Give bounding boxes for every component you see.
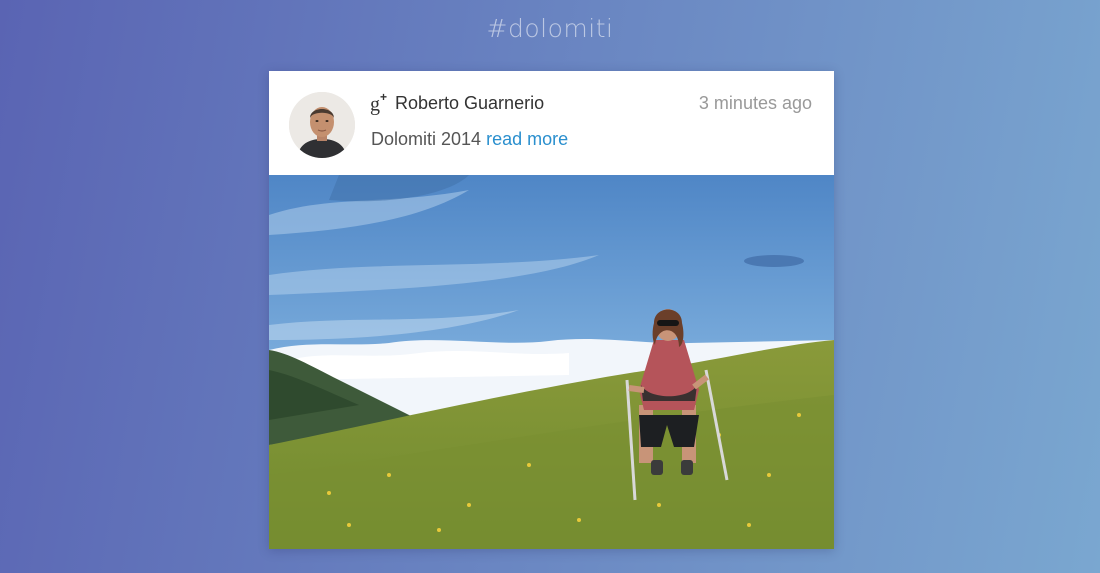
author-avatar[interactable]	[289, 92, 355, 158]
post-caption: Dolomiti 2014	[371, 129, 482, 149]
post-timestamp: 3 minutes ago	[698, 93, 812, 113]
post-header: g+ Roberto Guarnerio 3 minutes ago Dolom…	[269, 71, 834, 175]
google-plus-icon[interactable]: g+	[370, 91, 387, 115]
post-text: Dolomiti 2014 read more	[371, 129, 568, 150]
author-name[interactable]: Roberto Guarnerio	[395, 93, 544, 114]
hashtag-title: #dolomiti	[486, 14, 614, 43]
post-photo[interactable]	[269, 175, 834, 549]
read-more-link[interactable]: read more	[486, 129, 568, 149]
post-card[interactable]: g+ Roberto Guarnerio 3 minutes ago Dolom…	[269, 71, 834, 549]
